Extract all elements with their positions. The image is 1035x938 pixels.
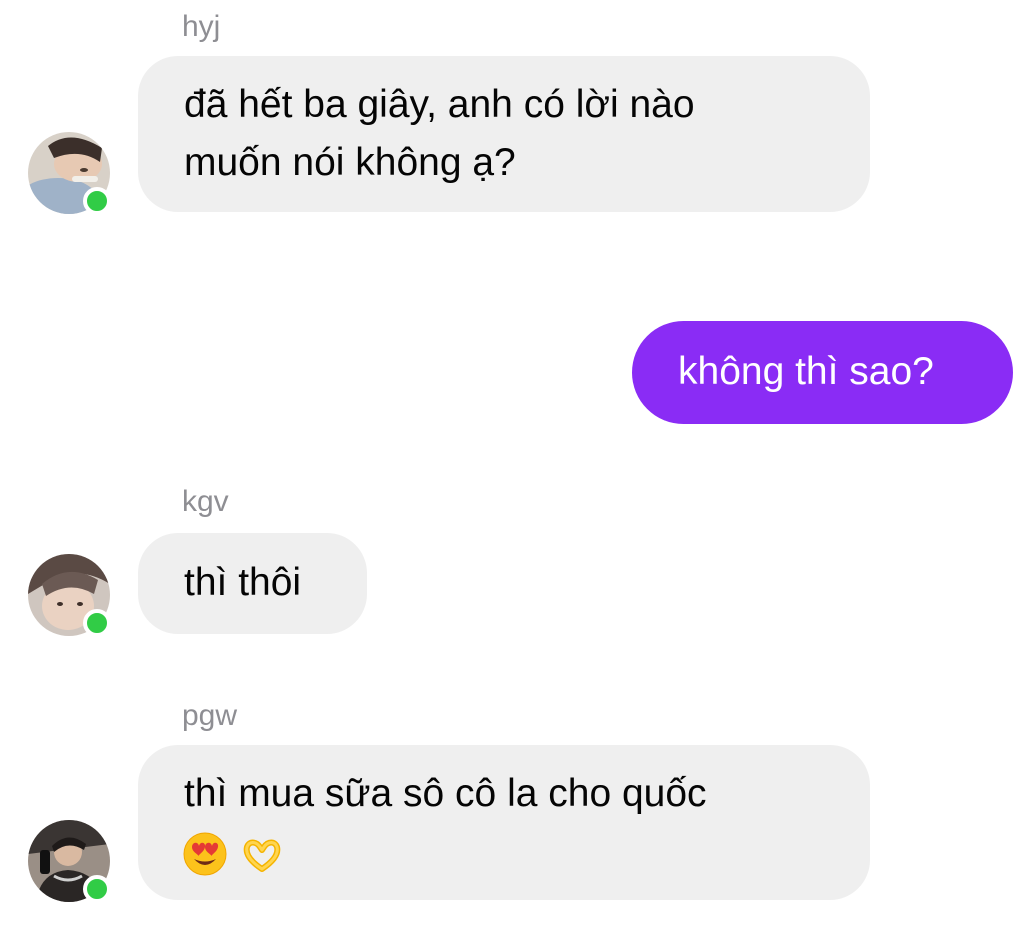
emoji-row	[182, 823, 824, 881]
avatar-kgv[interactable]	[28, 554, 111, 637]
sender-name-hyj: hyj	[182, 10, 221, 43]
heart-eyes-emoji-icon	[183, 832, 227, 876]
message-bubble-incoming[interactable]: thì mua sữa sô cô la cho quốc	[138, 745, 870, 900]
message-line: muốn nói không ạ?	[184, 141, 516, 184]
message-line: không thì sao?	[678, 350, 934, 393]
sender-name-pgw: pgw	[182, 699, 238, 732]
message-line: thì mua sữa sô cô la cho quốc	[184, 772, 707, 815]
online-status-dot	[83, 609, 111, 637]
avatar-pgw[interactable]	[28, 820, 111, 903]
message-bubble-outgoing[interactable]: không thì sao?	[632, 321, 1013, 424]
avatar-hyj[interactable]	[28, 132, 111, 215]
online-status-dot	[83, 187, 111, 215]
heart-hands-emoji-icon	[243, 839, 281, 872]
message-bubble-incoming[interactable]: thì thôi	[138, 533, 367, 634]
message-line: đã hết ba giây, anh có lời nào	[184, 83, 695, 126]
message-line: thì thôi	[184, 561, 302, 604]
sender-name-kgv: kgv	[182, 485, 229, 518]
message-bubble-incoming[interactable]: đã hết ba giây, anh có lời nào muốn nói …	[138, 56, 870, 212]
online-status-dot	[83, 875, 111, 903]
